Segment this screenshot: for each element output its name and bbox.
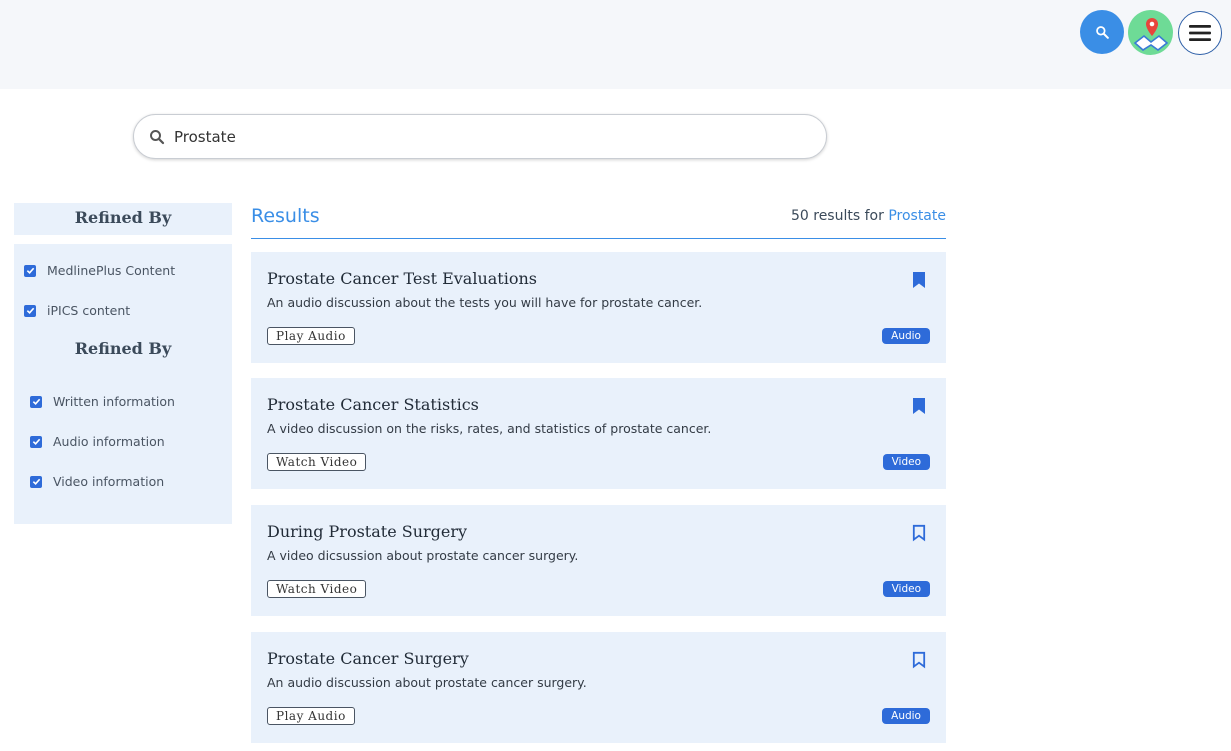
result-card: Prostate Cancer Surgery An audio discuss…: [251, 632, 946, 743]
result-title[interactable]: Prostate Cancer Test Evaluations: [267, 269, 537, 288]
check-icon: [26, 267, 34, 275]
play-audio-button[interactable]: Play Audio: [267, 327, 355, 345]
watch-video-button[interactable]: Watch Video: [267, 453, 367, 471]
checkbox-checked[interactable]: [24, 304, 36, 317]
checkbox-checked[interactable]: [24, 264, 36, 277]
checkbox-checked[interactable]: [30, 435, 42, 448]
filter-label: MedlinePlus Content: [47, 263, 176, 278]
result-description: An audio discussion about the tests you …: [267, 295, 703, 310]
result-description: A video discussion on the risks, rates, …: [267, 421, 712, 436]
media-type-badge: Audio: [882, 708, 930, 724]
filter-medlineplus-content[interactable]: MedlinePlus Content: [24, 263, 175, 278]
checkbox-checked[interactable]: [30, 475, 42, 488]
play-audio-button[interactable]: Play Audio: [267, 707, 355, 725]
results-count-text: 50 results for: [790, 208, 884, 224]
check-icon: [26, 307, 34, 315]
check-icon: [32, 478, 40, 486]
result-title[interactable]: During Prostate Surgery: [267, 522, 467, 541]
media-type-badge: Audio: [882, 328, 930, 344]
search-input[interactable]: [174, 123, 814, 151]
bookmark-outline-icon[interactable]: [911, 524, 927, 542]
result-description: A video dicsussion about prostate cancer…: [267, 548, 579, 563]
checkbox-checked[interactable]: [30, 395, 42, 408]
divider: [251, 238, 946, 239]
bookmark-filled-icon[interactable]: [911, 271, 927, 289]
result-card: Prostate Cancer Test Evaluations An audi…: [251, 252, 946, 363]
check-icon: [32, 398, 40, 406]
search-bar: [133, 114, 827, 159]
media-type-badge: Video: [882, 581, 930, 597]
search-icon: [150, 130, 165, 145]
map-button[interactable]: [1128, 10, 1173, 55]
result-card: Prostate Cancer Statistics A video discu…: [251, 378, 946, 489]
media-type-badge: Video: [882, 454, 930, 470]
menu-icon: [1189, 25, 1211, 41]
result-description: An audio discussion about prostate cance…: [267, 675, 587, 690]
results-count: 50 results for Prostate: [791, 208, 946, 224]
refined-by-heading: Refined By: [74, 339, 172, 358]
filter-ipics-content[interactable]: iPICS content: [24, 303, 130, 318]
bookmark-outline-icon[interactable]: [911, 651, 927, 669]
result-title[interactable]: Prostate Cancer Statistics: [267, 395, 479, 414]
search-button[interactable]: [1080, 10, 1124, 54]
filter-video-information[interactable]: Video information: [30, 474, 164, 489]
map-icon: [1133, 17, 1168, 51]
menu-button[interactable]: [1178, 11, 1222, 55]
refined-by-heading: Refined By: [14, 203, 232, 235]
search-icon: [1096, 26, 1109, 39]
result-card: During Prostate Surgery A video dicsussi…: [251, 505, 946, 616]
filter-label: Video information: [53, 474, 165, 489]
filter-written-information[interactable]: Written information: [30, 394, 175, 409]
filter-audio-information[interactable]: Audio information: [30, 434, 165, 449]
check-icon: [32, 438, 40, 446]
result-title[interactable]: Prostate Cancer Surgery: [267, 649, 469, 668]
results-query: Prostate: [888, 208, 946, 224]
filter-label: Audio information: [53, 434, 165, 449]
bookmark-filled-icon[interactable]: [911, 397, 927, 415]
top-bar: [0, 0, 1231, 89]
filter-label: Written information: [53, 394, 175, 409]
filter-label: iPICS content: [47, 303, 131, 318]
watch-video-button[interactable]: Watch Video: [267, 580, 367, 598]
results-title: Results: [251, 205, 320, 227]
